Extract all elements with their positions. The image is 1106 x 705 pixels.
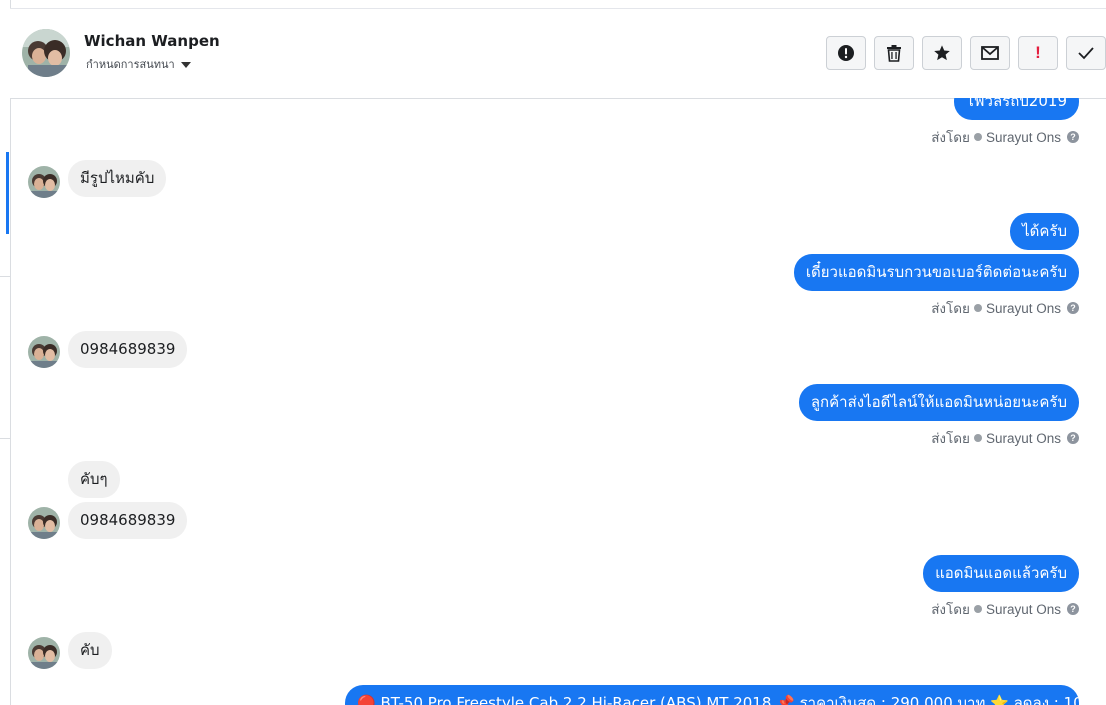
active-conversation-indicator [6,152,9,234]
incoming-message[interactable]: 0984689839 [68,331,188,368]
incoming-message[interactable]: คับ [68,632,112,669]
sent-by-prefix: ส่งโดย [931,130,970,145]
check-icon [1078,47,1094,60]
conversation-actions: ! [826,36,1106,70]
contact-name[interactable]: Wichan Wanpen [84,32,220,50]
outgoing-message[interactable]: เดี๋ยวแอดมินรบกวนขอเบอร์ติดต่อนะครับ [793,254,1079,291]
sent-by-info: ส่งโดย Surayut Ons ? [931,598,1079,620]
conversation-header: Wichan Wanpen กำหนดการสนทนา ! [10,8,1106,99]
contact-avatar-small[interactable] [28,637,60,669]
star-icon [934,45,950,61]
outgoing-message[interactable]: 🔴 BT-50 Pro Freestyle Cab 2.2 Hi-Racer (… [345,685,1079,705]
status-dot-icon [973,434,982,442]
sent-by-info: ส่งโดย Surayut Ons ? [931,427,1079,449]
mark-done-button[interactable] [1066,36,1106,70]
contact-avatar-small[interactable] [28,336,60,368]
help-icon[interactable]: ? [1067,131,1079,143]
sent-by-agent[interactable]: Surayut Ons [986,602,1061,617]
contact-avatar-small[interactable] [28,507,60,539]
mark-unread-button[interactable] [970,36,1010,70]
contact-avatar[interactable] [22,29,70,77]
sent-by-prefix: ส่งโดย [931,602,970,617]
list-divider [0,438,10,439]
incoming-message[interactable]: 0984689839 [68,502,188,539]
report-button[interactable] [826,36,866,70]
incoming-message[interactable]: คับๆ [68,461,120,498]
star-button[interactable] [922,36,962,70]
envelope-icon [981,46,999,60]
sent-by-agent[interactable]: Surayut Ons [986,301,1061,316]
outgoing-message[interactable]: แอดมินแอดแล้วครับ [923,555,1079,592]
list-divider [0,276,10,277]
status-dot-icon [973,133,982,141]
outgoing-message[interactable]: ลูกค้าส่งไอดีไลน์ให้แอดมินหน่อยนะครับ [798,384,1079,421]
sent-by-agent[interactable]: Surayut Ons [986,130,1061,145]
important-icon: ! [1035,43,1041,62]
delete-button[interactable] [874,36,914,70]
sent-by-prefix: ส่งโดย [931,301,970,316]
important-button[interactable]: ! [1018,36,1058,70]
conversation-settings-dropdown[interactable]: กำหนดการสนทนา [86,55,191,73]
caret-down-icon [180,62,191,68]
sent-by-prefix: ส่งโดย [931,431,970,446]
outgoing-message[interactable]: ได้ครับ [1010,213,1079,250]
status-dot-icon [973,605,982,613]
help-icon[interactable]: ? [1067,432,1079,444]
contact-avatar-small[interactable] [28,166,60,198]
incoming-message[interactable]: มีรูปไหมคับ [68,160,167,197]
trash-icon [887,45,901,62]
status-dot-icon [973,304,982,312]
sent-by-info: ส่งโดย Surayut Ons ? [931,126,1079,148]
message-thread[interactable]: โฟวิลร์ถปี2019 ส่งโดย Surayut Ons ? มีรู… [10,98,1106,705]
help-icon[interactable]: ? [1067,603,1079,615]
sent-by-info: ส่งโดย Surayut Ons ? [931,297,1079,319]
sent-by-agent[interactable]: Surayut Ons [986,431,1061,446]
report-icon [838,45,854,61]
conversation-settings-label: กำหนดการสนทนา [86,58,175,71]
outgoing-message[interactable]: โฟวิลร์ถปี2019 [953,98,1079,120]
help-icon[interactable]: ? [1067,302,1079,314]
